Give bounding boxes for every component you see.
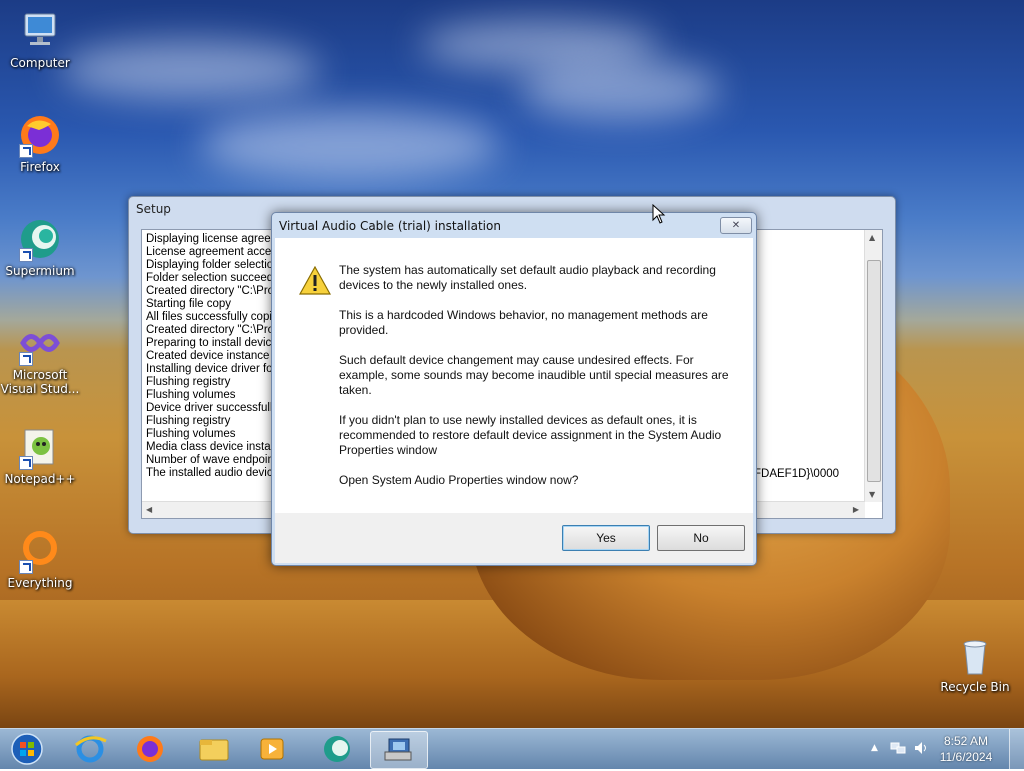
taskbar-supermium[interactable] <box>311 731 363 767</box>
recycle-bin-icon <box>952 632 998 678</box>
dialog-footer: Yes No <box>275 513 753 563</box>
log-line: Number of wave endpoint <box>146 454 278 466</box>
log-line: Flushing registry <box>146 376 231 388</box>
scroll-down-icon[interactable]: ▼ <box>869 490 875 499</box>
supermium-icon <box>324 736 350 762</box>
scroll-left-icon[interactable]: ◀ <box>146 505 152 514</box>
message-paragraph: Such default device changement may cause… <box>339 353 729 397</box>
desktop-icon-label: Microsoft Visual Stud... <box>0 368 80 396</box>
message-paragraph: The system has automatically set default… <box>339 263 716 292</box>
everything-icon <box>17 528 63 574</box>
desktop-icon-label: Recycle Bin <box>940 680 1010 694</box>
taskbar: ▲ 8:52 AM 11/6/2024 <box>0 728 1024 769</box>
vertical-scrollbar[interactable]: ▲ ▼ <box>864 230 882 502</box>
visual-studio-icon <box>17 320 63 366</box>
clock-date: 11/6/2024 <box>939 750 993 764</box>
computer-icon <box>17 8 63 54</box>
taskbar-media-player[interactable] <box>246 731 298 767</box>
cloud <box>520 60 720 120</box>
dialog-title: Virtual Audio Cable (trial) installation <box>279 219 501 233</box>
dialog-message: The system has automatically set default… <box>339 263 729 503</box>
taskbar-file-explorer[interactable] <box>188 731 240 767</box>
setup-log-tail: FDAEF1D}\0000 <box>754 468 840 480</box>
shortcut-arrow-icon <box>19 352 33 366</box>
taskbar-firefox[interactable] <box>124 731 176 767</box>
message-paragraph: If you didn't plan to use newly installe… <box>339 413 722 457</box>
log-line: Displaying license agreeme <box>146 233 287 245</box>
shortcut-arrow-icon <box>19 560 33 574</box>
start-button[interactable] <box>2 731 52 767</box>
show-hidden-icons-button[interactable]: ▲ <box>871 743 878 753</box>
taskbar-internet-explorer[interactable] <box>64 731 116 767</box>
dialog-body: The system has automatically set default… <box>275 238 753 513</box>
media-player-icon <box>260 738 284 760</box>
log-line: Device driver successfully <box>146 402 279 414</box>
folder-icon <box>199 739 229 761</box>
scroll-up-icon[interactable]: ▲ <box>869 233 875 242</box>
desktop-icon-supermium[interactable]: Supermium <box>0 216 80 278</box>
installer-icon <box>384 738 412 761</box>
warning-icon <box>298 265 332 296</box>
desktop: Computer Firefox Supermium Microsoft Vis… <box>0 0 1024 728</box>
shortcut-arrow-icon <box>19 144 33 158</box>
log-line: Flushing volumes <box>146 428 236 440</box>
supermium-icon <box>17 216 63 262</box>
shortcut-arrow-icon <box>19 456 33 470</box>
system-clock[interactable]: 8:52 AM 11/6/2024 <box>936 733 996 765</box>
log-line: Media class device installe <box>146 441 283 453</box>
scroll-thumb[interactable] <box>867 260 881 482</box>
desktop-icon-label: Firefox <box>20 160 60 174</box>
setup-log-lines: Displaying license agreeme License agreem… <box>146 233 287 480</box>
desktop-icon-firefox[interactable]: Firefox <box>0 112 80 174</box>
desktop-icon-label: Everything <box>7 576 73 590</box>
shortcut-arrow-icon <box>19 248 33 262</box>
network-icon[interactable] <box>890 741 906 758</box>
internet-explorer-icon <box>75 735 107 763</box>
log-line: Flushing volumes <box>146 389 236 401</box>
log-line: All files successfully copie <box>146 311 279 323</box>
desktop-icon-visual-studio[interactable]: Microsoft Visual Stud... <box>0 320 80 396</box>
log-line: Installing device driver for <box>146 363 277 375</box>
yes-button[interactable]: Yes <box>562 525 650 551</box>
firefox-icon <box>17 112 63 158</box>
mouse-cursor-icon <box>652 203 666 227</box>
show-desktop-button[interactable] <box>1009 729 1024 769</box>
volume-icon[interactable] <box>913 741 929 758</box>
log-line: Created directory "C:\Prog <box>146 324 281 336</box>
log-line: Created device instance "R <box>146 350 285 362</box>
setup-window-title: Setup <box>136 202 171 216</box>
desktop-icon-computer[interactable]: Computer <box>0 8 80 70</box>
close-button[interactable]: ✕ <box>720 217 752 234</box>
log-line: Starting file copy <box>146 298 232 310</box>
taskbar-setup[interactable] <box>370 731 428 769</box>
desktop-icon-notepadpp[interactable]: Notepad++ <box>0 424 80 486</box>
cloud <box>200 110 500 180</box>
notepadpp-icon <box>17 424 63 470</box>
firefox-icon <box>137 736 163 762</box>
log-line: Created directory "C:\Prog <box>146 285 281 297</box>
desktop-icon-recycle-bin[interactable]: Recycle Bin <box>935 632 1015 694</box>
log-line: Flushing registry <box>146 415 231 427</box>
log-line: The installed audio device <box>146 467 279 479</box>
cloud <box>60 40 320 100</box>
message-paragraph: This is a hardcoded Windows behavior, no… <box>339 308 708 337</box>
no-button[interactable]: No <box>657 525 745 551</box>
log-line: Folder selection succeeded <box>146 272 286 284</box>
desktop-icon-label: Notepad++ <box>4 472 76 486</box>
vac-installation-dialog[interactable]: Virtual Audio Cable (trial) installation… <box>271 212 757 566</box>
message-question: Open System Audio Properties window now? <box>339 473 579 487</box>
desktop-icon-everything[interactable]: Everything <box>0 528 80 590</box>
scroll-right-icon[interactable]: ▶ <box>853 505 859 514</box>
log-line: Displaying folder selection <box>146 259 280 271</box>
clock-time: 8:52 AM <box>943 734 989 748</box>
desktop-icon-label: Supermium <box>5 264 75 278</box>
log-line: Preparing to install device <box>146 337 278 349</box>
log-line: License agreement accept <box>146 246 281 258</box>
desktop-icon-label: Computer <box>10 56 70 70</box>
